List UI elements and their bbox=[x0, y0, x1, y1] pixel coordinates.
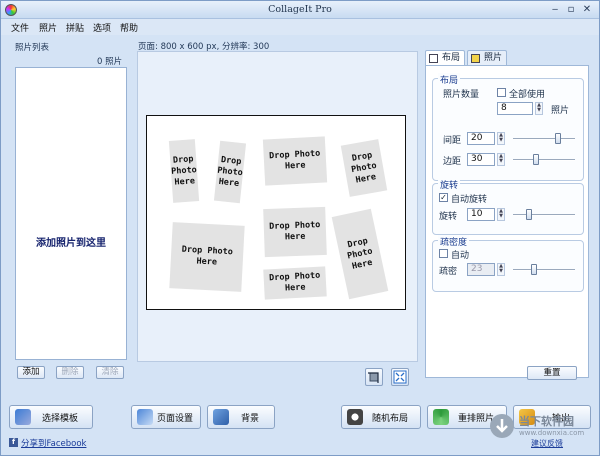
margin-label: 边距 bbox=[443, 157, 462, 167]
menu-collage[interactable]: 拼贴 bbox=[66, 21, 84, 34]
template-icon bbox=[15, 409, 31, 425]
photo-slot[interactable]: Drop Photo Here bbox=[213, 140, 247, 204]
rotate-input[interactable]: 10 bbox=[467, 208, 495, 221]
menu-options[interactable]: 选项 bbox=[93, 21, 111, 34]
density-slider[interactable] bbox=[513, 269, 575, 271]
rotate-spinner[interactable]: ▲ ▼ bbox=[497, 208, 505, 221]
photo-icon bbox=[471, 54, 480, 63]
photo-slot[interactable]: Drop Photo Here bbox=[331, 208, 389, 300]
photo-slot[interactable]: Drop Photo Here bbox=[262, 136, 328, 186]
add-photos-hint: 添加照片到这里 bbox=[36, 238, 106, 249]
use-all-label: 全部使用 bbox=[509, 90, 546, 100]
share-facebook-link[interactable]: 分享到Facebook bbox=[21, 437, 86, 449]
layout-icon bbox=[429, 54, 438, 63]
add-button[interactable]: 添加 bbox=[17, 366, 45, 379]
fit-page-icon[interactable] bbox=[391, 368, 409, 386]
settings-panel: 布局 照片数量 全部使用 8 ▲ ▼ 照片 间距 20 ▲ ▼ 边距 30 ▲ ▼ 旋… bbox=[425, 65, 589, 380]
app-window: CollageIt Pro ‒ ▫ ✕ 文件 照片 拼贴 选项 帮助 照片列表 … bbox=[0, 0, 600, 456]
menu-help[interactable]: 帮助 bbox=[120, 21, 138, 34]
auto-density-label: 自动 bbox=[451, 251, 470, 261]
close-icon[interactable]: ✕ bbox=[579, 3, 595, 16]
refresh-icon bbox=[433, 409, 449, 425]
photo-slot[interactable]: Drop Photo Here bbox=[263, 266, 327, 300]
photo-count-label: 0 照片 bbox=[97, 57, 123, 67]
dice-icon bbox=[347, 409, 363, 425]
title-bar: CollageIt Pro ‒ ▫ ✕ bbox=[1, 1, 599, 19]
spacing-spinner[interactable]: ▲ ▼ bbox=[497, 132, 505, 145]
settings-tabs: 布局 照片 bbox=[425, 50, 589, 66]
menu-photo[interactable]: 照片 bbox=[39, 21, 57, 34]
photo-slot[interactable]: Drop Photo Here bbox=[168, 139, 200, 203]
window-title: CollageIt Pro bbox=[268, 4, 332, 15]
tab-layout[interactable]: 布局 bbox=[425, 50, 465, 66]
background-icon bbox=[213, 409, 229, 425]
feedback-link[interactable]: 建议反馈 bbox=[531, 438, 563, 449]
photo-list-label: 照片列表 bbox=[15, 43, 50, 53]
page-setup-icon bbox=[137, 409, 153, 425]
photo-list[interactable]: 添加照片到这里 bbox=[15, 67, 127, 360]
photo-slot[interactable]: Drop Photo Here bbox=[169, 222, 245, 292]
photo-slot[interactable]: Drop Photo Here bbox=[340, 139, 388, 197]
minimize-icon[interactable]: ‒ bbox=[547, 3, 563, 16]
photo-count-field-label: 照片数量 bbox=[443, 90, 480, 100]
collage-canvas[interactable]: Drop Photo Here Drop Photo Here Drop Photo He… bbox=[146, 115, 406, 310]
spacing-slider-thumb[interactable] bbox=[555, 133, 561, 144]
page-setup-button[interactable]: 页面设置 bbox=[131, 405, 201, 429]
facebook-icon: f bbox=[9, 438, 18, 447]
use-all-checkbox[interactable] bbox=[497, 88, 506, 97]
select-template-button[interactable]: 选择模板 bbox=[9, 405, 93, 429]
rotate-slider[interactable] bbox=[513, 214, 575, 216]
layout-group: 布局 照片数量 全部使用 8 ▲ ▼ 照片 间距 20 ▲ ▼ 边距 30 ▲ ▼ bbox=[432, 73, 584, 181]
density-group: 疏密度 自动 疏密 23 ▲ ▼ bbox=[432, 235, 584, 292]
crop-icon[interactable] bbox=[365, 368, 383, 386]
auto-rotate-checkbox[interactable]: ✓ bbox=[439, 193, 448, 202]
tab-photo[interactable]: 照片 bbox=[467, 50, 507, 66]
spacing-label: 间距 bbox=[443, 136, 462, 146]
menu-bar: 文件 照片 拼贴 选项 帮助 bbox=[1, 19, 599, 35]
margin-spinner[interactable]: ▲ ▼ bbox=[497, 153, 505, 166]
spacing-input[interactable]: 20 bbox=[467, 132, 495, 145]
random-layout-button[interactable]: 随机布局 bbox=[341, 405, 421, 429]
density-label: 疏密 bbox=[439, 267, 458, 277]
spacing-slider[interactable] bbox=[513, 138, 575, 140]
margin-input[interactable]: 30 bbox=[467, 153, 495, 166]
delete-button[interactable]: 删除 bbox=[56, 366, 84, 379]
density-spinner[interactable]: ▲ ▼ bbox=[497, 263, 505, 276]
photo-slot[interactable]: Drop Photo Here bbox=[263, 206, 327, 258]
reset-button[interactable]: 重置 bbox=[527, 366, 577, 380]
menu-file[interactable]: 文件 bbox=[11, 21, 29, 34]
photo-unit-label: 照片 bbox=[551, 106, 570, 116]
margin-slider-thumb[interactable] bbox=[533, 154, 539, 165]
maximize-icon[interactable]: ▫ bbox=[563, 3, 579, 16]
clear-button[interactable]: 清除 bbox=[96, 366, 124, 379]
density-input[interactable]: 23 bbox=[467, 263, 495, 276]
rotate-group: 旋转 ✓ 自动旋转 旋转 10 ▲ ▼ bbox=[432, 178, 584, 235]
photo-count-spinner[interactable]: ▲ ▼ bbox=[535, 102, 543, 115]
photo-count-input[interactable]: 8 bbox=[497, 102, 533, 115]
background-button[interactable]: 背景 bbox=[207, 405, 275, 429]
density-slider-thumb[interactable] bbox=[531, 264, 537, 275]
rotate-label: 旋转 bbox=[439, 212, 458, 222]
rotate-slider-thumb[interactable] bbox=[526, 209, 532, 220]
margin-slider[interactable] bbox=[513, 159, 575, 161]
auto-rotate-label: 自动旋转 bbox=[451, 195, 488, 205]
canvas-area: Drop Photo Here Drop Photo Here Drop Photo He… bbox=[137, 51, 418, 362]
auto-density-checkbox[interactable] bbox=[439, 249, 448, 258]
